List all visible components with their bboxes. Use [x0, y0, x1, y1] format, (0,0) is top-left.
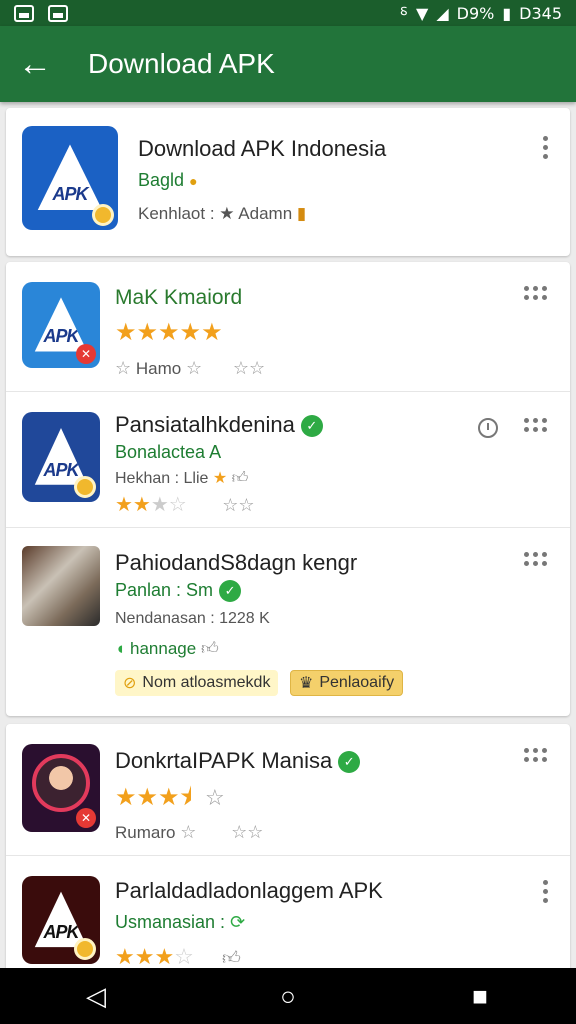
app-icon[interactable]: APK ✕ [22, 282, 100, 368]
battery-icon: ▮ [502, 3, 512, 23]
star-rating: ★★★★★ [115, 319, 223, 346]
coin-badge-icon [74, 476, 96, 498]
app-icon[interactable] [22, 546, 100, 626]
list-item[interactable]: APK Parlaldadladonlaggem APK Usmanasian … [6, 856, 570, 968]
no-icon: ⊘ [123, 675, 137, 692]
photo-thumbnail [22, 546, 100, 626]
list-item[interactable]: PahiodandS8dagn kengr Panlan : Sm ✓ Nenda… [6, 528, 570, 716]
app-tag: ◖ hannage 👍︎ [115, 639, 219, 658]
more-options-icon[interactable] [524, 418, 547, 432]
vibrate-icon: ⸹ [399, 4, 408, 23]
star-rating: ★★★☆ 👍︎ [115, 944, 241, 968]
app-developer: Bonalactea A [115, 442, 222, 462]
verified-icon: ✓ [300, 415, 323, 438]
thumb-icon: 👍︎ [222, 948, 241, 968]
coin-badge-icon [74, 938, 96, 960]
app-icon[interactable]: APK [22, 876, 100, 964]
badge-icon: ✕ [76, 344, 96, 364]
coin-badge-icon [92, 204, 114, 226]
more-options-icon[interactable] [524, 552, 547, 566]
app-icon[interactable]: ✕ [22, 744, 100, 832]
more-options-icon[interactable] [524, 748, 547, 762]
app-list-card: ✕ DonkrtaIPAPK Manisa ✓ ★★★⯨ ☆ Rumaro ☆ ☆… [6, 724, 570, 968]
nav-home-icon[interactable]: ○ [258, 981, 318, 1012]
app-title[interactable]: Download APK Indonesia [138, 136, 386, 162]
battery-text: D9% [456, 3, 495, 23]
star-icon: ★ [212, 470, 228, 487]
app-icon[interactable]: APK [22, 126, 118, 230]
app-title[interactable]: MaK Kmaiord [115, 286, 242, 310]
premium-chip[interactable]: ♛ Penlaoaify [290, 670, 404, 696]
app-meta: Nendanasan : 1228 K [115, 610, 270, 627]
more-options-icon[interactable] [541, 136, 549, 159]
wifi-icon: ▼ [416, 3, 429, 23]
verified-icon: ✓ [219, 580, 242, 603]
more-options-icon[interactable] [541, 880, 549, 903]
app-meta: Hekhan : Llie ★ 👍︎ [115, 470, 249, 487]
app-bar: ← Download APK [0, 26, 576, 102]
star-rating: ★★★☆ ☆☆ [115, 494, 255, 516]
app-list-card: APK ✕ MaK Kmaiord ★★★★★ ☆ Hamo ☆ ☆☆ APK [6, 262, 570, 716]
app-title[interactable]: PahiodandS8dagn kengr [115, 550, 357, 576]
list-item[interactable]: APK ✕ MaK Kmaiord ★★★★★ ☆ Hamo ☆ ☆☆ [6, 262, 570, 392]
app-developer: Usmanasian : ⟳ [115, 912, 246, 932]
image-notification-icon [14, 4, 34, 22]
portrait-thumbnail: ✕ [22, 744, 100, 832]
app-meta: Rumaro ☆ ☆☆ [115, 822, 264, 842]
page-title: Download APK [88, 48, 275, 79]
featured-app-card[interactable]: APK Download APK Indonesia Bagld ● Kenhl… [6, 108, 570, 256]
thumb-icon: 👍︎ [200, 639, 219, 658]
medal-icon: ▮ [296, 204, 307, 223]
app-icon[interactable]: APK [22, 412, 100, 502]
app-list[interactable]: APK Download APK Indonesia Bagld ● Kenhl… [0, 102, 576, 968]
thumb-icon: 👍︎ [231, 470, 249, 487]
clock-icon[interactable] [478, 418, 498, 438]
status-bar: ⸹ ▼ ◢ D9% ▮ D345 [0, 0, 576, 26]
star-outline-icon: ☆ [185, 358, 203, 378]
crown-icon: ● [189, 173, 198, 189]
verified-icon: ✓ [338, 751, 361, 774]
leaf-icon: ◖ [115, 639, 126, 658]
more-options-icon[interactable] [524, 286, 547, 300]
stars-outline-icon: ☆☆ [222, 495, 255, 515]
list-item[interactable]: ✕ DonkrtaIPAPK Manisa ✓ ★★★⯨ ☆ Rumaro ☆ ☆… [6, 724, 570, 856]
star-outline-icon: ☆ [115, 358, 132, 378]
app-title[interactable]: Parlaldadladonlaggem APK [115, 878, 383, 904]
info-chip[interactable]: ⊘ Nom atloasmekdk [115, 670, 279, 696]
app-developer: Bagld ● [138, 170, 198, 190]
back-arrow-icon[interactable]: ← [0, 26, 70, 102]
app-title[interactable]: DonkrtaIPAPK Manisa ✓ [115, 748, 361, 774]
refresh-icon: ⟳ [230, 912, 246, 932]
app-developer: Panlan : Sm ✓ [115, 580, 242, 603]
clock-text: D345 [519, 3, 562, 23]
star-rating: ★★★⯨ ☆ [115, 784, 225, 811]
system-nav-bar: ◁ ○ ■ [0, 968, 576, 1024]
photo-notification-icon [48, 4, 68, 22]
app-meta: Kenhlaot : ★ Adamn ▮ [138, 204, 307, 223]
app-title[interactable]: Pansiatalhkdenina ✓ [115, 412, 323, 438]
nav-back-icon[interactable]: ◁ [66, 981, 126, 1012]
stars-outline-icon: ☆☆ [232, 358, 266, 378]
star-outline-icon: ☆ [180, 822, 197, 842]
list-item[interactable]: APK Pansiatalhkdenina ✓ Bonalactea A Hekh… [6, 392, 570, 528]
signal-icon: ◢ [436, 3, 449, 23]
apk-logo-icon: APK [37, 144, 103, 211]
nav-recents-icon[interactable]: ■ [450, 981, 510, 1012]
stars-outline-icon: ☆☆ [231, 822, 264, 842]
star-outline-icon: ☆ [204, 785, 225, 810]
badge-icon: ✕ [76, 808, 96, 828]
crown-icon: ♛ [299, 675, 314, 692]
app-meta: ☆ Hamo ☆ ☆☆ [115, 358, 266, 378]
